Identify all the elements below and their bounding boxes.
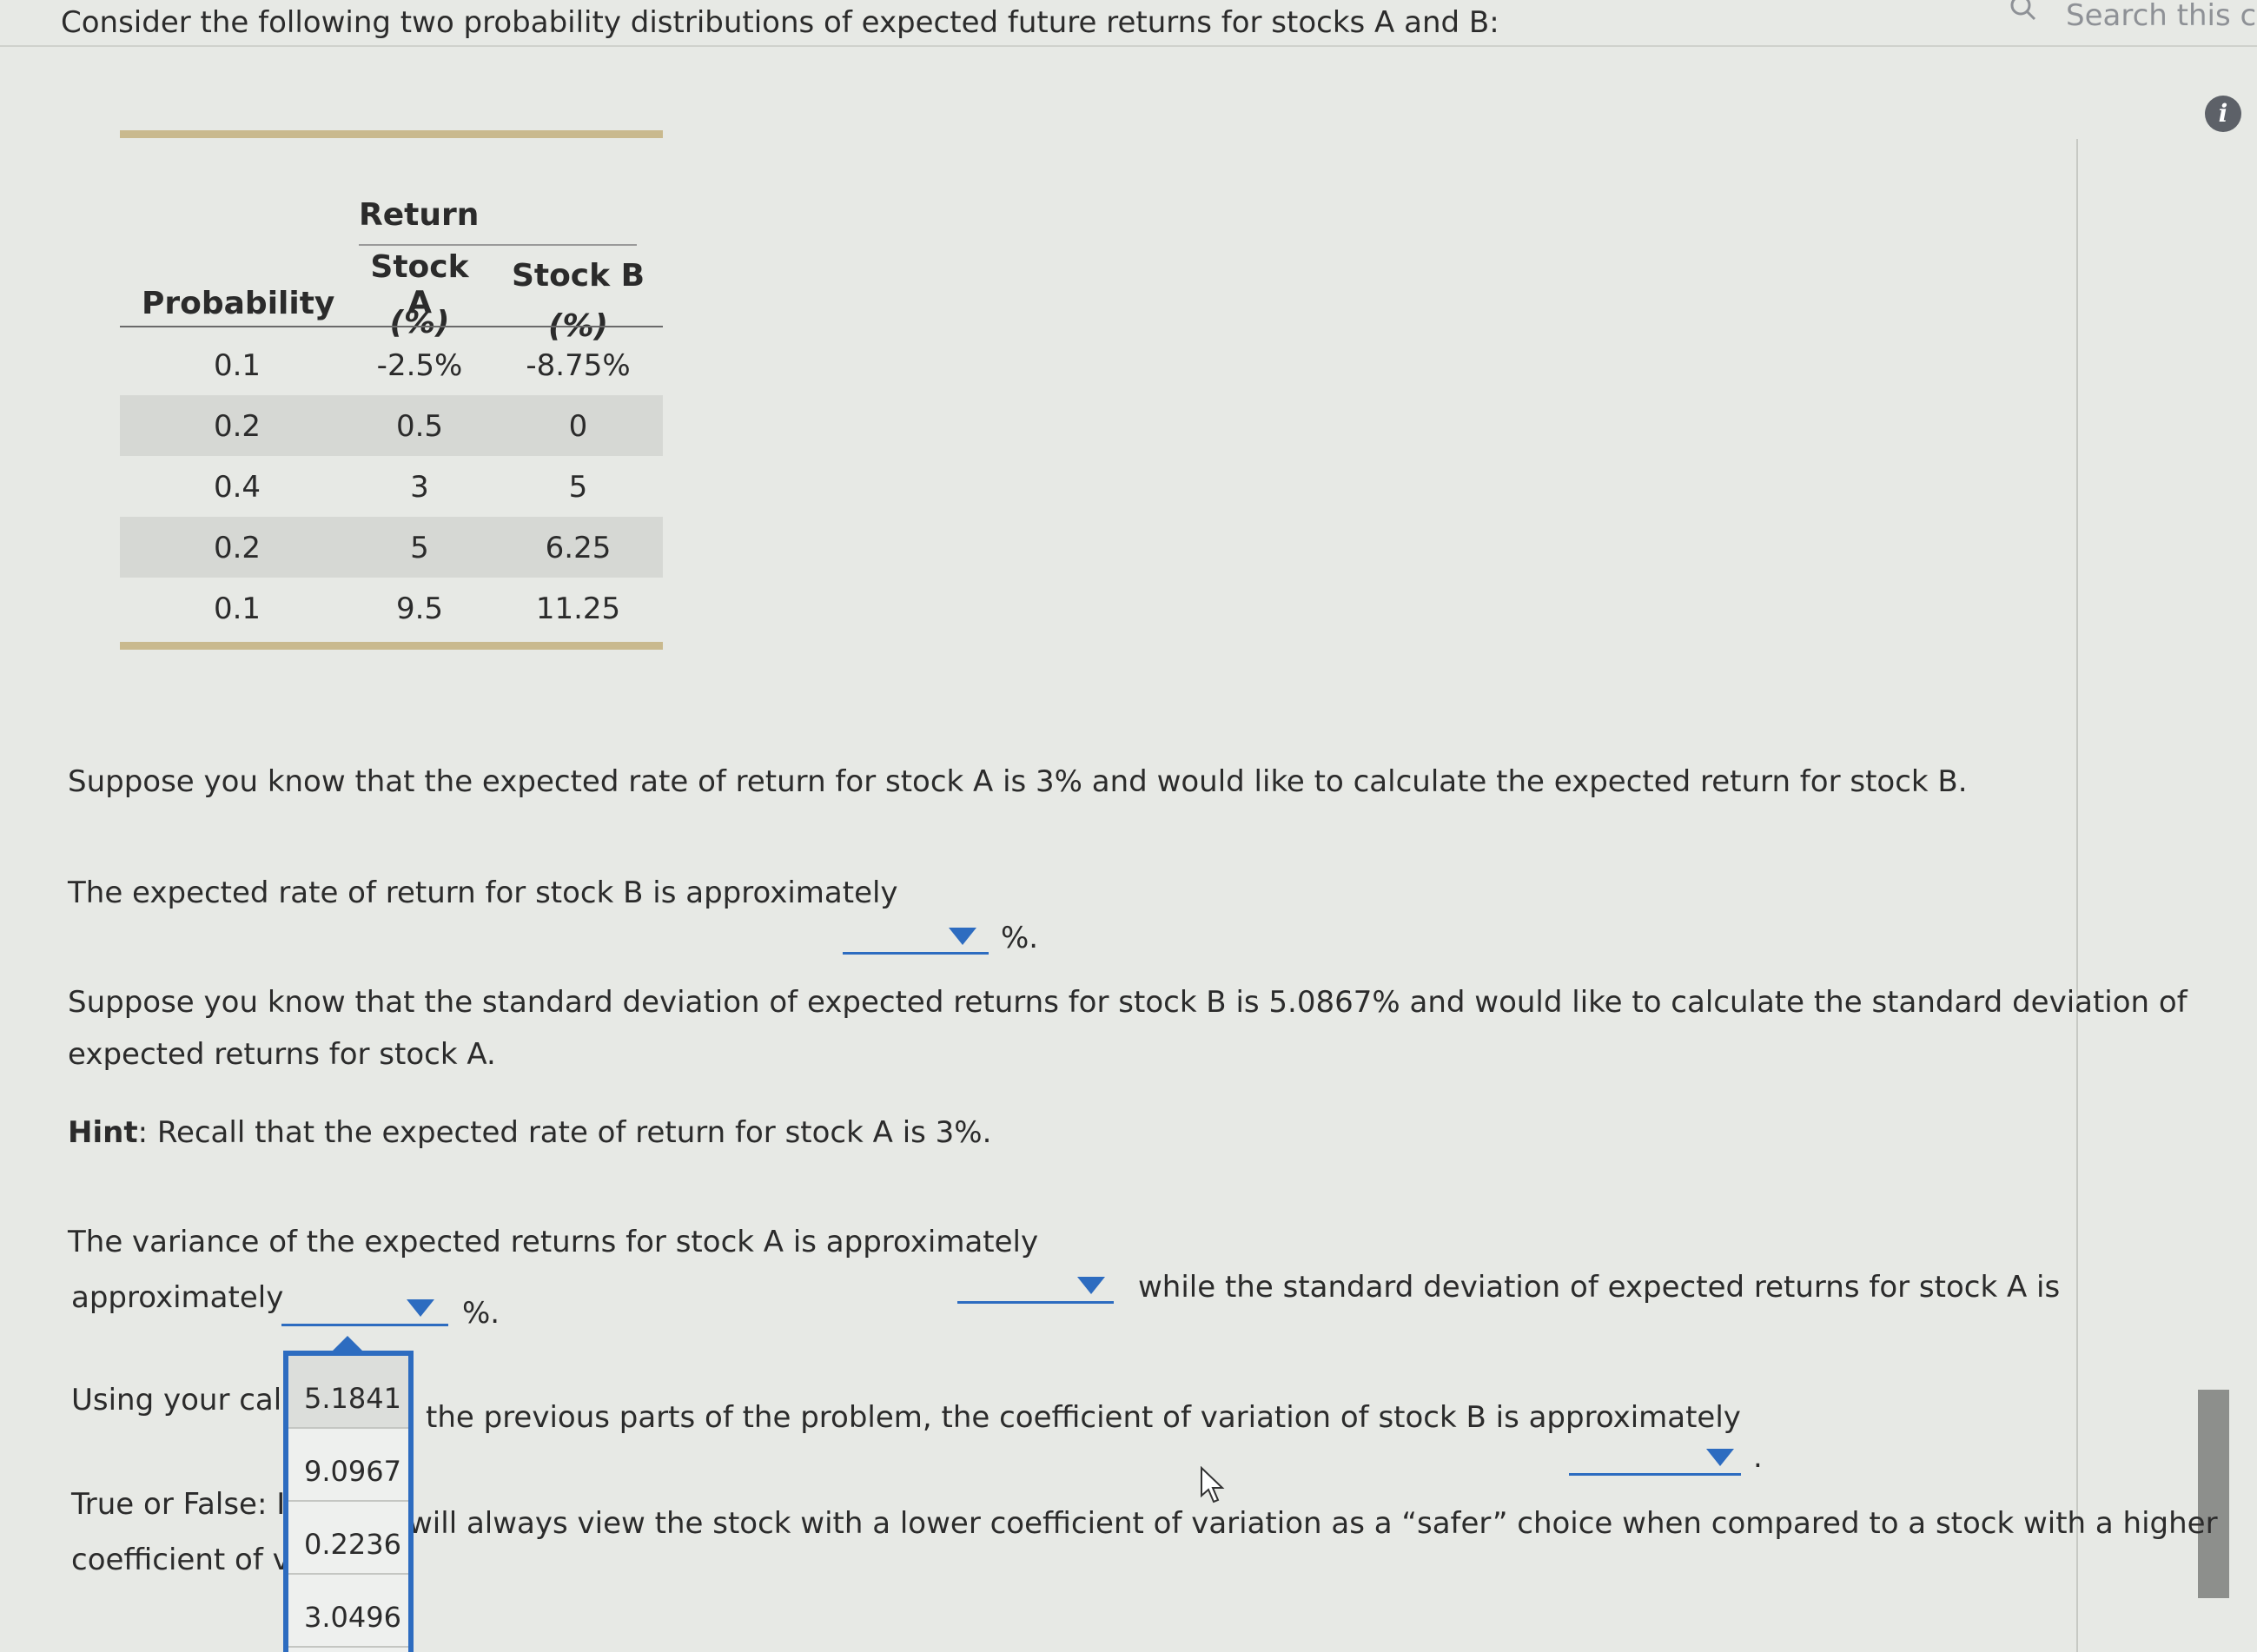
paragraph-std-a: while the standard deviation of expected… (1138, 1270, 2061, 1305)
hint: Hint: Recall that the expected rate of r… (68, 1115, 991, 1150)
content-divider (2076, 139, 2078, 1652)
returns-table: Return Stock A Stock B Probability (%) (… (120, 130, 663, 650)
cell-stock-a: 3 (410, 470, 429, 505)
question-intro: Consider the following two probability d… (61, 5, 1499, 40)
table-top-rule (120, 130, 663, 138)
dropdown-option[interactable]: 3.0496 (288, 1575, 408, 1648)
table-row: 0.2 5 6.25 (120, 517, 663, 578)
paragraph-approximately: approximately (71, 1280, 284, 1315)
header-stock-b: Stock B (511, 258, 645, 294)
paragraph-cv-right: the previous parts of the problem, the c… (426, 1400, 1741, 1435)
dropdown-option[interactable]: 5.1841 (288, 1356, 408, 1429)
hint-text: : Recall that the expected rate of retur… (137, 1115, 992, 1150)
header-rule (120, 326, 663, 327)
percent-suffix: %. (462, 1296, 500, 1331)
cell-stock-b: -8.75% (526, 348, 631, 383)
cell-stock-a: -2.5% (376, 348, 463, 383)
cell-stock-b: 11.25 (535, 591, 621, 626)
chevron-down-icon[interactable] (1077, 1277, 1105, 1294)
header-return-rule (359, 244, 637, 246)
cell-probability: 0.2 (213, 409, 261, 444)
mouse-cursor-icon (1201, 1466, 1225, 1503)
scrollbar[interactable] (2198, 1390, 2229, 1598)
paragraph-expected-a: Suppose you know that the expected rate … (68, 764, 1968, 799)
dropdown-caret (332, 1336, 363, 1351)
dropdown-option[interactable]: 9.0967 (288, 1429, 408, 1502)
paragraph-cv-left: Using your calc (71, 1383, 298, 1417)
paragraph-tf-right1: will always view the stock with a lower … (408, 1506, 2218, 1541)
search-icon[interactable] (2009, 0, 2038, 24)
chevron-down-icon[interactable] (1706, 1449, 1734, 1466)
cell-stock-b: 5 (568, 470, 588, 505)
period-suffix: . (1753, 1440, 1763, 1475)
paragraph-expected-b: The expected rate of return for stock B … (68, 876, 898, 910)
dropdown-menu[interactable]: 5.1841 9.0967 0.2236 3.0496 (283, 1351, 414, 1652)
table-row: 0.1 9.5 11.25 (120, 578, 663, 638)
paragraph-tf-left2: coefficient of va (71, 1543, 308, 1577)
cell-stock-b: 0 (568, 409, 588, 444)
header-probability: Probability (142, 286, 335, 321)
cell-probability: 0.1 (213, 591, 261, 626)
cell-stock-b: 6.25 (545, 531, 612, 565)
cell-stock-a: 5 (410, 531, 429, 565)
table-row: 0.2 0.5 0 (120, 395, 663, 456)
chevron-down-icon[interactable] (949, 928, 976, 945)
paragraph-std-b-line1: Suppose you know that the standard devia… (68, 985, 2188, 1020)
dropdown-option[interactable]: 0.2236 (288, 1502, 408, 1575)
paragraph-tf-left1: True or False: I (71, 1487, 286, 1522)
cell-probability: 0.4 (213, 470, 261, 505)
table-row: 0.1 -2.5% -8.75% (120, 334, 663, 395)
info-icon[interactable]: i (2205, 96, 2241, 132)
table-row: 0.4 3 5 (120, 456, 663, 517)
percent-suffix: %. (1001, 921, 1039, 955)
cell-stock-a: 0.5 (395, 409, 444, 444)
search-input[interactable]: Search this co (2066, 0, 2257, 33)
cell-probability: 0.2 (213, 531, 261, 565)
cell-stock-a: 9.5 (395, 591, 444, 626)
chevron-down-icon[interactable] (407, 1299, 434, 1317)
cell-probability: 0.1 (213, 348, 261, 383)
hint-label: Hint (68, 1115, 138, 1150)
top-border (0, 45, 2257, 47)
header-return: Return (359, 197, 480, 233)
paragraph-variance-a: The variance of the expected returns for… (68, 1225, 1039, 1259)
paragraph-std-b-line2: expected returns for stock A. (68, 1037, 496, 1072)
